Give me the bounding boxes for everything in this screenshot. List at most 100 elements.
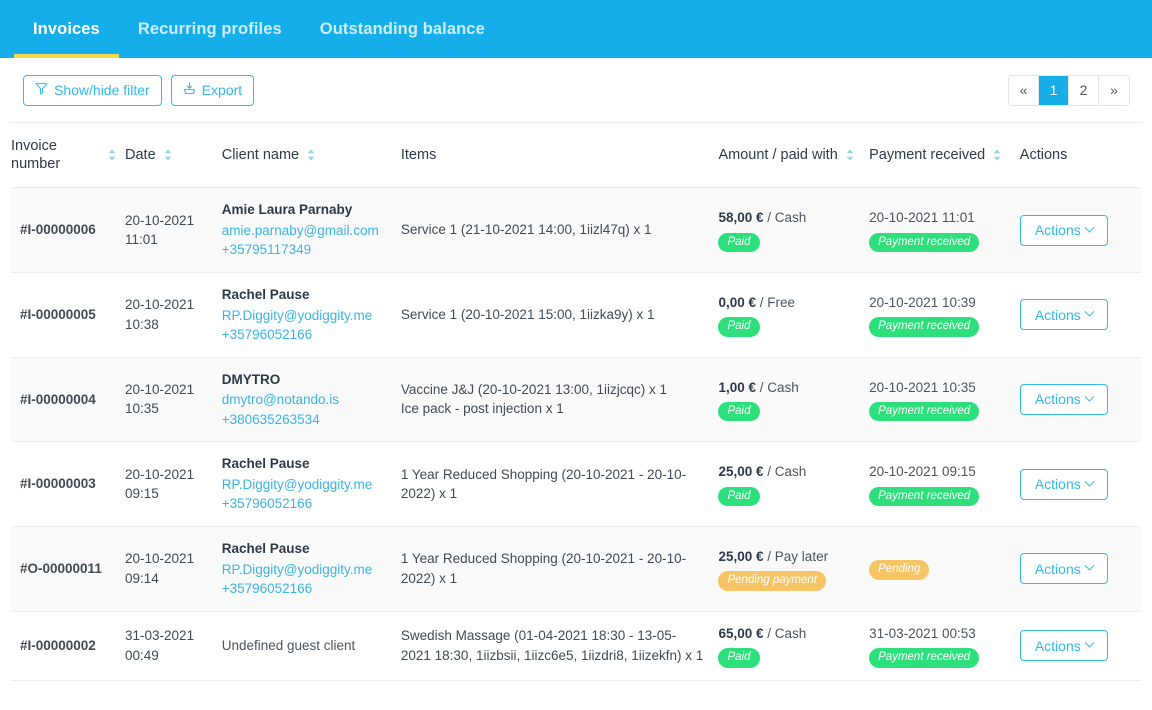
item-line: Service 1 (21-10-2021 14:00, 1iizl47q) x…: [400, 222, 652, 238]
tab-invoices-label: Invoices: [33, 19, 100, 38]
funnel-icon: [35, 82, 48, 98]
sort-icon[interactable]: [163, 148, 173, 162]
table-row: #I-00000003 20-10-2021 09:15 Rachel Pause R…: [11, 441, 1141, 527]
chevron-down-icon: [1084, 637, 1095, 648]
paid-with: / Free: [759, 294, 796, 310]
cell-date: 20-10-2021 11:01: [125, 187, 222, 273]
paid-with: / Cash: [767, 625, 807, 641]
item-line: Ice pack - post injection x 1: [400, 401, 564, 417]
column-header-amount[interactable]: Amount / paid with: [718, 121, 870, 189]
actions-button[interactable]: Actions: [1019, 468, 1108, 500]
column-header-payment-received[interactable]: Payment received: [869, 121, 1020, 189]
cell-invoice-number: #O-00000011: [11, 526, 126, 612]
payment-status-badge: Payment received: [869, 486, 980, 507]
client-name: Undefined guest client: [221, 637, 356, 653]
actions-button[interactable]: Actions: [1019, 214, 1108, 246]
actions-button[interactable]: Actions: [1019, 383, 1108, 415]
table-row: #I-00000006 20-10-2021 11:01 Amie Laura Pa…: [11, 187, 1141, 273]
payment-status-badge: Payment received: [869, 317, 980, 337]
cell-actions: Actions: [1019, 526, 1141, 612]
sort-icon[interactable]: [845, 148, 855, 162]
cell-client: Rachel Pause RP.Diggity@yodiggity.me +3579…: [221, 272, 401, 358]
column-header-amount-label: Amount / paid with: [718, 147, 838, 164]
column-header-client-name[interactable]: Client name: [221, 121, 401, 189]
cell-date: 20-10-2021 09:14: [125, 526, 222, 612]
status-badge: Paid: [718, 648, 760, 668]
client-phone-link[interactable]: +35796052166: [222, 494, 393, 514]
pagination-page-2[interactable]: 2: [1069, 75, 1099, 105]
pagination: « 1 2 »: [1008, 74, 1130, 106]
status-badge: Paid: [718, 232, 760, 253]
client-email-link[interactable]: RP.Diggity@yodiggity.me: [222, 475, 393, 495]
column-header-date[interactable]: Date: [125, 121, 222, 189]
actions-button-label: Actions: [1034, 391, 1081, 408]
sort-icon[interactable]: [992, 148, 1002, 162]
cell-invoice-number: #I-00000003: [11, 441, 126, 527]
payment-status-badge: Payment received: [869, 402, 980, 422]
tab-bar: Invoices Recurring profiles Outstanding …: [0, 0, 1152, 58]
cell-amount: 0,00 € / Free Paid: [718, 272, 870, 358]
actions-button[interactable]: Actions: [1019, 299, 1108, 331]
payment-received-date: 20-10-2021 10:39: [869, 294, 976, 310]
pagination-last[interactable]: »: [1099, 75, 1129, 105]
column-header-items: Items: [400, 121, 719, 189]
status-badge: Paid: [718, 317, 760, 337]
client-name: Amie Laura Parnaby: [221, 202, 353, 218]
tab-outstanding-balance[interactable]: Outstanding balance: [301, 0, 504, 58]
cell-client: DMYTRO dmytro@notando.is +380635263534: [221, 357, 401, 443]
pagination-page-1[interactable]: 1: [1039, 75, 1069, 105]
cell-items: 1 Year Reduced Shopping (20-10-2021 - 20…: [400, 441, 719, 527]
cell-items: Vaccine J&J (20-10-2021 13:00, 1iizjcqc)…: [400, 357, 719, 443]
payment-status-badge: Payment received: [869, 232, 980, 253]
item-line: 1 Year Reduced Shopping (20-10-2021 - 20…: [400, 551, 687, 586]
tab-recurring-profiles[interactable]: Recurring profiles: [119, 0, 301, 58]
client-phone-link[interactable]: +35795117349: [222, 240, 393, 260]
payment-status-badge: Payment received: [869, 648, 980, 668]
column-header-client-name-label: Client name: [221, 147, 300, 164]
client-email-link[interactable]: RP.Diggity@yodiggity.me: [222, 560, 393, 580]
chevron-down-icon: [1084, 561, 1095, 571]
sort-icon[interactable]: [306, 148, 316, 162]
actions-button[interactable]: Actions: [1019, 630, 1108, 662]
item-line: Service 1 (20-10-2021 15:00, 1iizka9y) x…: [400, 307, 655, 322]
cell-items: Service 1 (21-10-2021 14:00, 1iizl47q) x…: [400, 187, 719, 273]
client-phone-link[interactable]: +35796052166: [222, 325, 393, 345]
chevron-down-icon: [1084, 476, 1095, 487]
payment-received-date: 20-10-2021 10:35: [869, 379, 976, 395]
pagination-first[interactable]: «: [1009, 75, 1039, 105]
tab-invoices[interactable]: Invoices: [14, 0, 119, 58]
client-email-link[interactable]: dmytro@notando.is: [222, 390, 393, 410]
amount-value: 0,00 €: [718, 294, 757, 310]
cell-invoice-number: #I-00000002: [11, 611, 126, 681]
cell-date: 20-10-2021 09:15: [125, 441, 222, 527]
client-phone-link[interactable]: +380635263534: [222, 410, 393, 430]
client-email-link[interactable]: RP.Diggity@yodiggity.me: [222, 306, 393, 326]
cell-payment-received: 20-10-2021 10:35 Payment received: [869, 357, 1020, 443]
client-name: Rachel Pause: [221, 286, 310, 302]
cell-actions: Actions: [1019, 357, 1141, 443]
column-header-invoice-number[interactable]: Invoice number: [11, 121, 126, 189]
client-phone-link[interactable]: +35796052166: [222, 579, 393, 599]
client-name: Rachel Pause: [221, 541, 310, 556]
invoices-table: Invoice number Date Client name Items Am…: [11, 121, 1141, 681]
column-header-date-label: Date: [125, 147, 156, 164]
amount-value: 25,00 €: [718, 464, 764, 480]
client-email-link[interactable]: amie.parnaby@gmail.com: [222, 221, 393, 241]
cell-actions: Actions: [1019, 611, 1141, 681]
actions-button[interactable]: Actions: [1019, 553, 1108, 585]
export-button[interactable]: Export: [170, 74, 255, 106]
amount-line: 58,00 € / Cash: [718, 208, 861, 228]
amount-value: 1,00 €: [718, 379, 757, 395]
table-row: #I-00000005 20-10-2021 10:38 Rachel Pause R…: [11, 272, 1141, 358]
amount-value: 58,00 €: [718, 210, 764, 226]
cell-invoice-number: #I-00000006: [11, 187, 126, 273]
paid-with: / Pay later: [767, 548, 829, 564]
table-row: #I-00000002 31-03-2021 00:49 Undefined gue…: [11, 611, 1141, 681]
client-name: Rachel Pause: [221, 456, 310, 472]
export-label: Export: [201, 82, 243, 98]
status-badge: Pending payment: [718, 571, 826, 591]
sort-icon[interactable]: [107, 148, 117, 162]
show-hide-filter-button[interactable]: Show/hide filter: [23, 74, 162, 106]
actions-button-label: Actions: [1034, 306, 1081, 323]
cell-items: Service 1 (20-10-2021 15:00, 1iizka9y) x…: [400, 272, 719, 358]
